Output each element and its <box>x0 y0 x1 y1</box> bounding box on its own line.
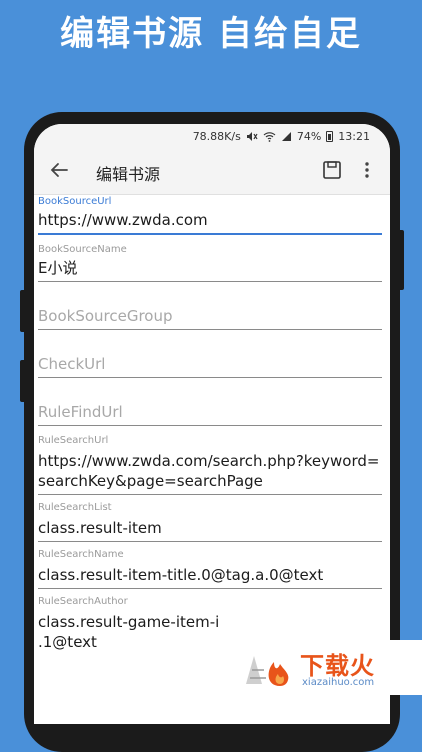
field-input[interactable]: class.result-item-title.0@tag.a.0@text <box>38 565 382 589</box>
field-input-line: class.result-game-item-i <box>38 613 220 631</box>
watermark-text: 下载火 <box>300 652 375 680</box>
battery-icon <box>326 130 334 142</box>
signal-icon <box>281 131 291 141</box>
status-bar: 78.88K/s 74% 13:21 <box>34 124 390 148</box>
app-screen: 78.88K/s 74% 13:21 编辑书源 BookSourceUrl ht… <box>34 124 390 724</box>
field-book-source-url[interactable]: BookSourceUrl https://www.zwda.com <box>38 195 382 235</box>
phone-side-button <box>20 360 24 402</box>
save-icon[interactable] <box>322 160 342 180</box>
watermark-url: xiazaihuo.com <box>302 677 375 688</box>
field-input[interactable]: https://www.zwda.com/search.php?keyword=… <box>38 451 382 495</box>
network-speed: 78.88K/s <box>192 129 241 143</box>
field-label: BookSourceUrl <box>38 196 112 207</box>
field-rule-search-list[interactable]: RuleSearchList class.result-item <box>38 501 382 542</box>
mute-icon <box>246 131 258 141</box>
field-label: RuleSearchAuthor <box>38 596 128 607</box>
toolbar-title: 编辑书源 <box>96 165 161 184</box>
field-check-url[interactable]: CheckUrl <box>38 354 382 378</box>
field-input[interactable]: https://www.zwda.com <box>38 210 382 235</box>
field-label: BookSourceName <box>38 244 127 255</box>
field-rule-search-name[interactable]: RuleSearchName class.result-item-title.0… <box>38 548 382 589</box>
source-edit-form: BookSourceUrl https://www.zwda.com BookS… <box>34 195 390 655</box>
back-arrow-icon[interactable] <box>48 159 70 181</box>
field-label: RuleSearchName <box>38 549 124 560</box>
app-toolbar: 编辑书源 <box>34 148 390 195</box>
phone-power-button <box>400 230 404 290</box>
field-book-source-name[interactable]: BookSourceName E小说 <box>38 243 382 282</box>
clock: 13:21 <box>338 129 370 143</box>
phone-side-button <box>20 290 24 332</box>
field-input-placeholder[interactable]: RuleFindUrl <box>38 402 382 426</box>
field-input-placeholder[interactable]: CheckUrl <box>38 354 382 378</box>
watermark: 下载火 xiazaihuo.com <box>228 640 422 695</box>
field-rule-search-url[interactable]: RuleSearchUrl https://www.zwda.com/searc… <box>38 434 382 495</box>
promo-headline: 编辑书源 自给自足 <box>60 14 362 54</box>
field-input-placeholder[interactable]: BookSourceGroup <box>38 306 382 330</box>
field-label: RuleSearchList <box>38 502 112 513</box>
flame-logo-icon <box>246 656 289 686</box>
more-vert-icon[interactable] <box>360 160 374 180</box>
field-book-source-group[interactable]: BookSourceGroup <box>38 306 382 330</box>
field-input[interactable]: E小说 <box>38 258 382 282</box>
battery-percent: 74% <box>296 129 322 143</box>
field-rule-find-url[interactable]: RuleFindUrl <box>38 402 382 426</box>
wifi-icon <box>263 131 276 142</box>
field-label: RuleSearchUrl <box>38 435 109 446</box>
field-input[interactable]: class.result-item <box>38 518 382 542</box>
